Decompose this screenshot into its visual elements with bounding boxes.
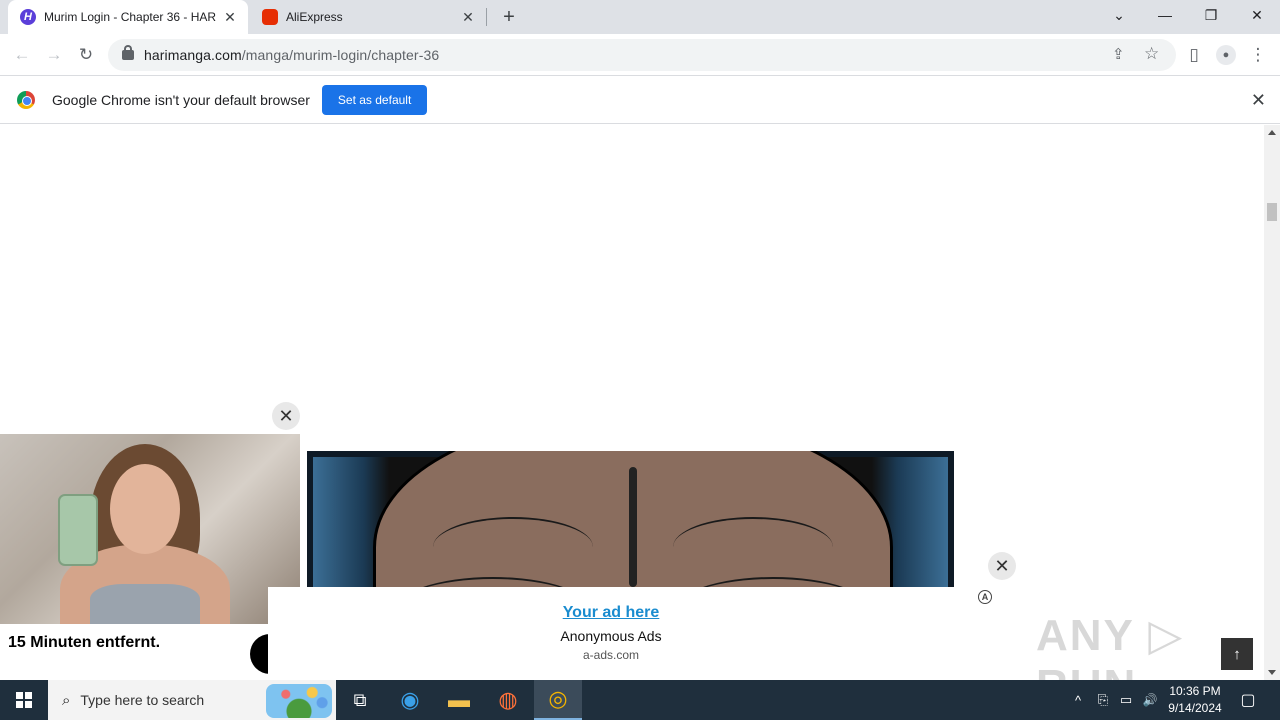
ad-photo[interactable] <box>0 434 300 624</box>
tab-title: AliExpress <box>286 10 343 24</box>
tab-close-icon[interactable]: ✕ <box>458 7 478 27</box>
tab-divider <box>486 8 487 26</box>
tab-close-icon[interactable]: ✕ <box>220 7 240 27</box>
forward-button[interactable]: → <box>38 39 70 71</box>
scroll-down-arrow-icon[interactable] <box>1268 670 1276 675</box>
infobar-message: Google Chrome isn't your default browser <box>52 92 310 108</box>
address-bar[interactable]: harimanga.com/manga/murim-login/chapter-… <box>108 39 1176 71</box>
taskbar-clock[interactable]: 10:36 PM 9/14/2024 <box>1160 683 1230 717</box>
tray-chevron-icon[interactable]: ^ <box>1068 680 1088 720</box>
share-icon[interactable]: ⇪ <box>1112 45 1125 63</box>
back-button[interactable]: ← <box>6 39 38 71</box>
new-tab-button[interactable]: + <box>496 5 522 29</box>
infobar-close-icon[interactable]: ✕ <box>1251 90 1266 111</box>
network-icon[interactable]: ▭ <box>1116 680 1136 720</box>
chrome-menu-icon[interactable]: ⋮ <box>1242 39 1274 71</box>
close-window-button[interactable]: ✕ <box>1234 0 1280 30</box>
clock-time: 10:36 PM <box>1169 684 1221 698</box>
search-placeholder: Type here to search <box>80 692 205 708</box>
lock-icon[interactable] <box>122 45 134 60</box>
tab-search-dropdown-icon[interactable]: ⌄ <box>1096 0 1142 30</box>
firefox-icon[interactable]: ◍ <box>484 680 532 720</box>
profile-avatar[interactable]: ● <box>1210 39 1242 71</box>
windows-taskbar: ⌕ Type here to search ⧉ ◉ ▬ ◍ ◎ ^ ⎘ ▭ 🔊 … <box>0 680 1280 720</box>
adchoices-icon[interactable]: A <box>978 590 992 604</box>
aliexpress-favicon-icon <box>262 9 278 25</box>
manga-drawing-detail <box>629 467 637 587</box>
restore-button[interactable]: ❐ <box>1188 0 1234 30</box>
set-as-default-button[interactable]: Set as default <box>321 85 428 115</box>
start-button[interactable] <box>0 680 48 720</box>
ad-photo-detail <box>110 464 180 554</box>
url-path: /manga/murim-login/chapter-36 <box>241 47 440 63</box>
scrollbar-thumb[interactable] <box>1267 203 1277 221</box>
bottom-ad-close-icon[interactable]: ✕ <box>988 552 1016 580</box>
windows-logo-icon <box>16 692 32 708</box>
ad-photo-detail <box>90 584 200 624</box>
profile-icon: ● <box>1216 45 1236 65</box>
photo-ad-close-icon[interactable]: ✕ <box>272 402 300 430</box>
reload-button[interactable]: ↻ <box>70 39 102 71</box>
notification-icon[interactable]: ▢ <box>1234 680 1262 720</box>
side-panel-icon[interactable]: ▯ <box>1178 39 1210 71</box>
edge-icon[interactable]: ◉ <box>386 680 434 720</box>
search-icon: ⌕ <box>62 691 71 709</box>
browser-toolbar: ← → ↻ harimanga.com/manga/murim-login/ch… <box>0 34 1280 76</box>
taskbar-search-box[interactable]: ⌕ Type here to search <box>48 680 336 720</box>
ad-caption[interactable]: 15 Minuten entfernt. <box>8 634 160 652</box>
search-highlight-icon[interactable] <box>266 684 332 718</box>
clock-date: 9/14/2024 <box>1168 701 1222 715</box>
url-text[interactable]: harimanga.com/manga/murim-login/chapter-… <box>144 47 439 63</box>
bottom-banner-ad[interactable]: Your ad here Anonymous Ads a-ads.com <box>268 587 954 680</box>
harimanga-favicon-icon: H <box>20 9 36 25</box>
ad-photo-detail <box>58 494 98 566</box>
tab-aliexpress[interactable]: AliExpress ✕ <box>250 0 486 34</box>
minimize-button[interactable]: — <box>1142 0 1188 30</box>
chrome-logo-icon <box>17 91 35 109</box>
scroll-up-arrow-icon[interactable] <box>1268 130 1276 135</box>
default-browser-infobar: Google Chrome isn't your default browser… <box>0 77 1280 124</box>
bookmark-star-icon[interactable]: ☆ <box>1144 44 1159 64</box>
scroll-to-top-button[interactable]: ↑ <box>1221 638 1253 670</box>
manga-drawing-detail <box>433 517 593 577</box>
tray-device-icon[interactable]: ⎘ <box>1093 680 1113 720</box>
page-content: ✕ 15 Minuten entfernt. ✕ Your ad here An… <box>0 125 1264 680</box>
page-scrollbar[interactable] <box>1264 125 1280 680</box>
ad-headline-link[interactable]: Your ad here <box>247 604 975 622</box>
tab-title: Murim Login - Chapter 36 - HAR <box>44 10 217 24</box>
url-host: harimanga.com <box>144 47 242 63</box>
manga-drawing-detail <box>673 517 833 577</box>
ad-brand: Anonymous Ads <box>560 628 662 644</box>
ad-domain: a-ads.com <box>582 648 640 662</box>
tab-murim-login[interactable]: H Murim Login - Chapter 36 - HAR ✕ <box>8 0 248 34</box>
tab-strip: H Murim Login - Chapter 36 - HAR ✕ AliEx… <box>0 0 1280 34</box>
task-view-icon[interactable]: ⧉ <box>336 680 384 720</box>
chrome-icon[interactable]: ◎ <box>534 680 582 720</box>
file-explorer-icon[interactable]: ▬ <box>435 680 483 720</box>
volume-icon[interactable]: 🔊 <box>1140 680 1160 720</box>
